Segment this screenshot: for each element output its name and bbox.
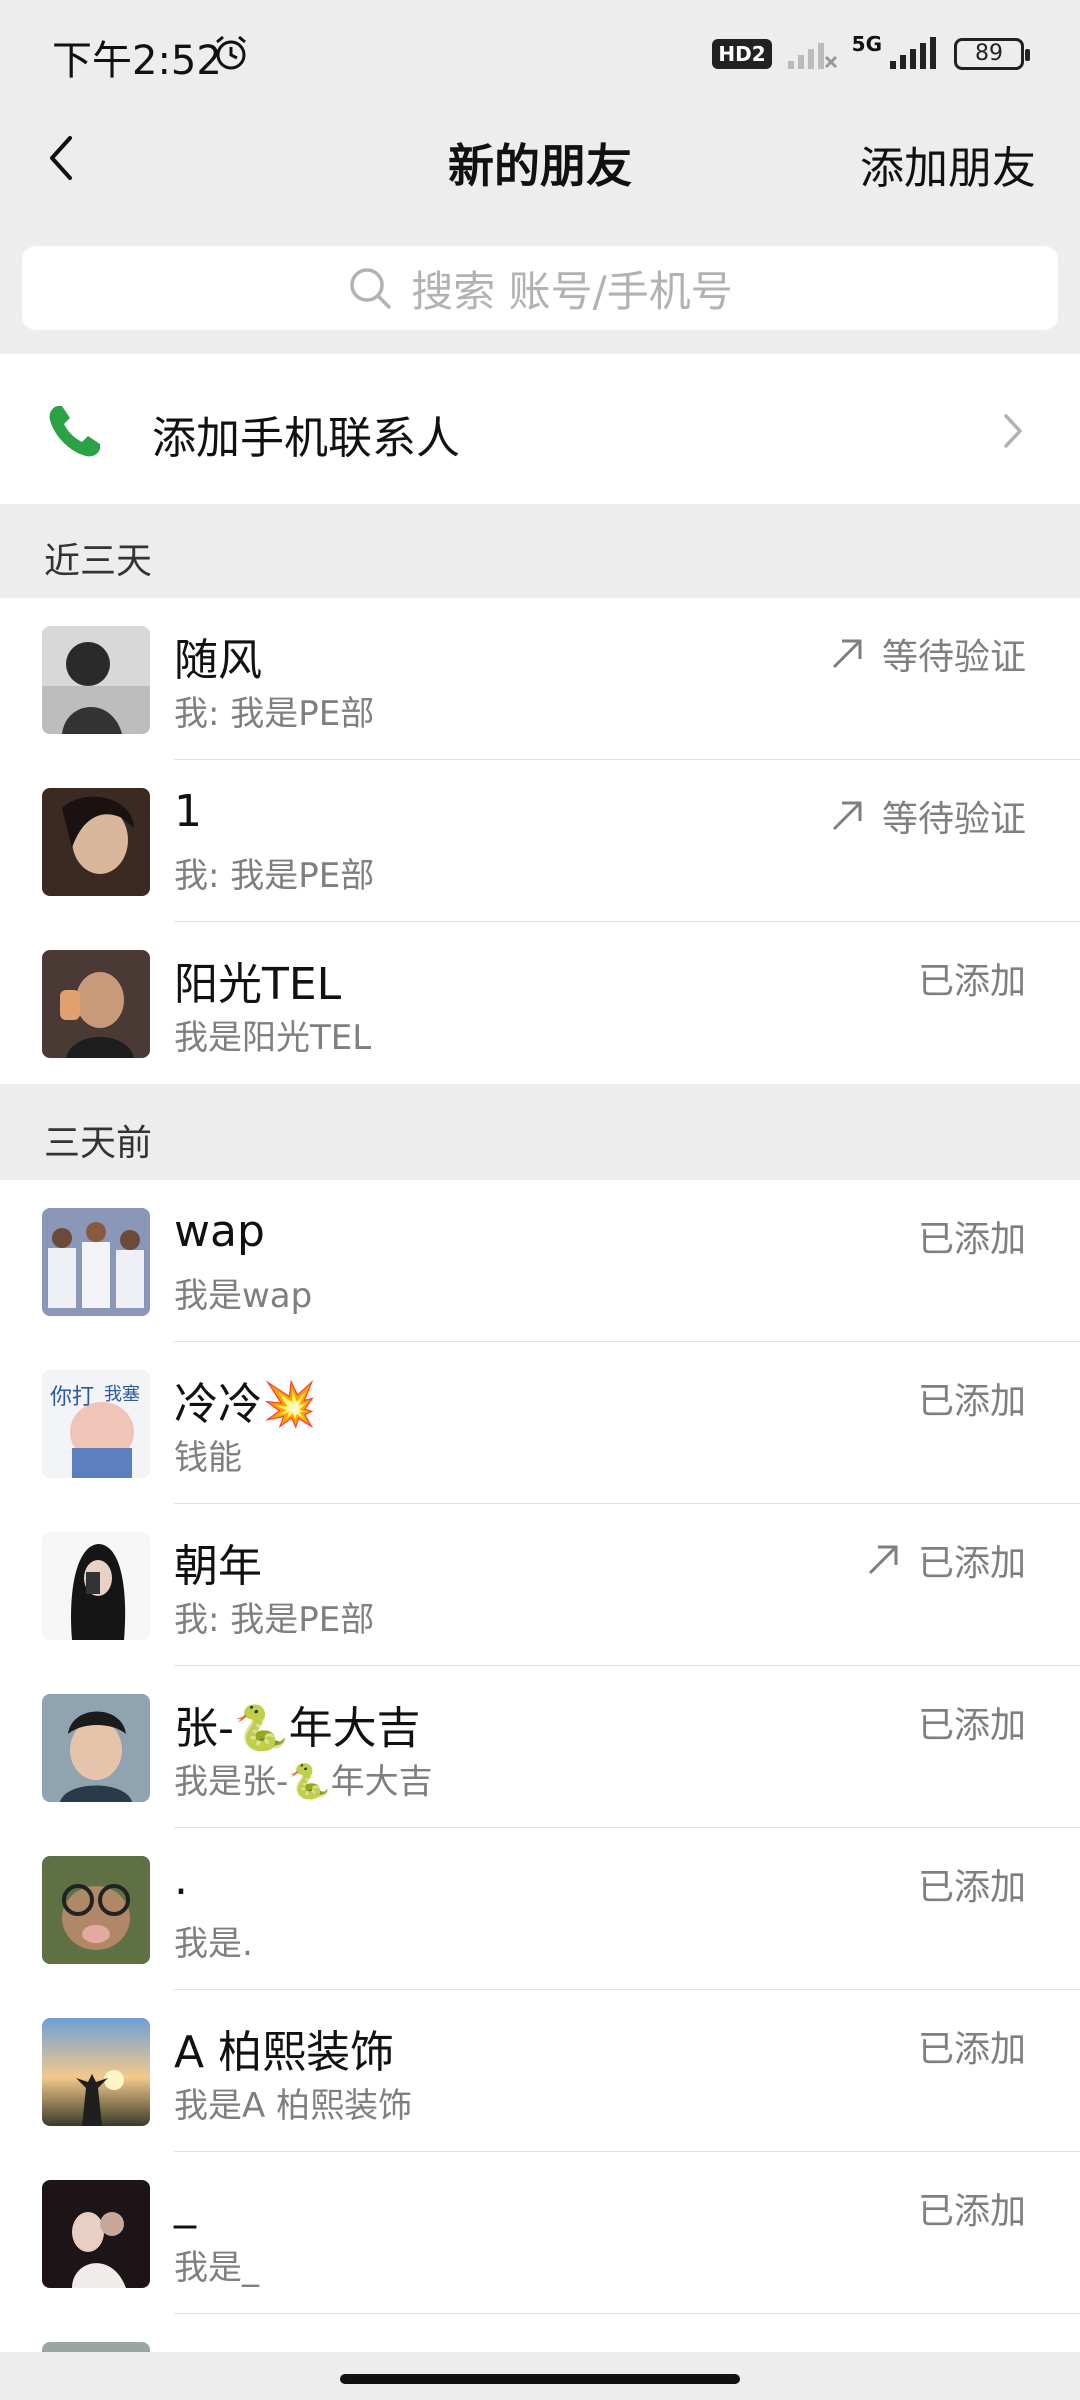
item-message: 我是张-🐍年大吉 xyxy=(174,1762,433,1802)
hd-badge: HD2 xyxy=(712,39,772,69)
signal-weak-icon xyxy=(787,43,837,69)
list-item[interactable]: 张-🐍年大吉 我是张-🐍年大吉 已添加 xyxy=(0,1666,1080,1828)
status: 已添加 xyxy=(918,1372,1026,1424)
avatar xyxy=(42,1532,150,1640)
home-indicator[interactable] xyxy=(340,2374,740,2384)
search-placeholder: 搜索 账号/手机号 xyxy=(411,266,733,316)
item-name: 阳光TEL xyxy=(174,959,342,1010)
status-text: 等待验证 xyxy=(881,637,1026,678)
avatar xyxy=(42,1694,150,1802)
avatar xyxy=(42,1208,150,1316)
item-name: 朝年 xyxy=(174,1541,262,1592)
section-header-recent: 近三天 xyxy=(0,504,1080,598)
item-message: 钱能 xyxy=(174,1438,242,1478)
section-header-older: 三天前 xyxy=(0,1086,1080,1180)
add-friend-button[interactable]: 添加朋友 xyxy=(860,132,1036,196)
item-name: 张-🐍年大吉 xyxy=(174,1703,421,1754)
item-name: 冷冷💥 xyxy=(174,1379,317,1430)
status-text: 已添加 xyxy=(917,1543,1026,1584)
item-message: 我是. xyxy=(174,1924,253,1964)
status-text: 已添加 xyxy=(917,1705,1026,1746)
add-phone-contacts-row[interactable]: 添加手机联系人 xyxy=(0,354,1080,504)
status-text: 已添加 xyxy=(917,1219,1026,1260)
phone-contacts-label: 添加手机联系人 xyxy=(152,413,460,464)
navigation-bar xyxy=(0,2352,1080,2400)
status: 已添加 xyxy=(918,2020,1026,2072)
status-text: 等待验证 xyxy=(881,799,1026,840)
item-message: 我: 我是PE部 xyxy=(174,1600,375,1640)
avatar xyxy=(42,626,150,734)
item-name: _ xyxy=(174,2178,196,2229)
phone-icon xyxy=(49,406,100,457)
status-bar: 下午2:52 HD2 5G 89 xyxy=(0,0,1080,104)
alarm-icon xyxy=(216,35,246,70)
item-name: wap xyxy=(174,1206,265,1257)
list-item[interactable]: _ 我是_ 已添加 xyxy=(0,2152,1080,2314)
outgoing-arrow-icon xyxy=(832,801,862,831)
item-name: 1 xyxy=(174,786,202,837)
status: 等待验证 xyxy=(828,628,1026,680)
status: 已添加 xyxy=(918,1858,1026,1910)
network-type: 5G xyxy=(851,32,882,56)
chevron-right-icon xyxy=(1004,414,1022,448)
list-item[interactable]: 随风 我: 我是PE部 等待验证 xyxy=(0,598,1080,760)
avatar: 你打 我塞 xyxy=(42,1370,150,1478)
search-icon xyxy=(350,268,391,309)
avatar xyxy=(42,2180,150,2288)
status-indicators: HD2 5G 89 xyxy=(712,32,1030,76)
signal-strong-icon xyxy=(890,37,936,69)
recent-list: 随风 我: 我是PE部 等待验证 1 我: 我是PE部 等待验证 阳光TEL 我… xyxy=(0,598,1080,1084)
item-message: 我是wap xyxy=(174,1276,313,1316)
list-item[interactable]: 阳光TEL 我是阳光TEL 已添加 xyxy=(0,922,1080,1084)
list-item[interactable]: 你打 我塞 冷冷💥 钱能 已添加 xyxy=(0,1342,1080,1504)
item-message: 我是A 柏熙装饰 xyxy=(174,2086,413,2126)
avatar xyxy=(42,1856,150,1964)
list-item[interactable]: . 我是. 已添加 xyxy=(0,1828,1080,1990)
older-list: wap 我是wap 已添加 你打 我塞 冷冷💥 钱能 已添加 朝年 我: 我是P… xyxy=(0,1180,1080,2352)
status-time: 下午2:52 xyxy=(52,38,222,84)
item-name: A 柏熙装饰 xyxy=(174,2027,395,2078)
item-name: . xyxy=(174,1854,188,1905)
status-text: 已添加 xyxy=(917,2029,1026,2070)
item-message: 我是阳光TEL xyxy=(174,1018,372,1058)
avatar xyxy=(42,2018,150,2126)
status: 已添加 xyxy=(918,1696,1026,1748)
status: 已添加 xyxy=(918,1210,1026,1262)
section-label: 近三天 xyxy=(44,541,153,582)
list-item[interactable]: A 柏熙装饰 我是A 柏熙装饰 已添加 xyxy=(0,1990,1080,2152)
title-bar: 新的朋友 添加朋友 xyxy=(0,104,1080,214)
list-item[interactable]: 1 我: 我是PE部 等待验证 xyxy=(0,760,1080,922)
item-message: 我: 我是PE部 xyxy=(174,856,375,896)
status-text: 已添加 xyxy=(917,961,1026,1002)
list-item-partial[interactable] xyxy=(0,2314,1080,2352)
avatar xyxy=(42,950,150,1058)
status-text: 已添加 xyxy=(917,1381,1026,1422)
item-message: 我: 我是PE部 xyxy=(174,694,375,734)
battery-indicator: 89 xyxy=(954,38,1030,70)
status: 已添加 xyxy=(918,2182,1026,2234)
outgoing-arrow-icon xyxy=(868,1545,898,1575)
search-input[interactable]: 搜索 账号/手机号 xyxy=(22,246,1058,330)
list-item[interactable]: 朝年 我: 我是PE部 已添加 xyxy=(0,1504,1080,1666)
status-text: 已添加 xyxy=(917,2191,1026,2232)
list-item[interactable]: wap 我是wap 已添加 xyxy=(0,1180,1080,1342)
avatar xyxy=(42,2342,150,2352)
status-text: 已添加 xyxy=(917,1867,1026,1908)
status: 已添加 xyxy=(918,952,1026,1004)
svg-text:我塞: 我塞 xyxy=(104,1384,140,1405)
status: 已添加 xyxy=(864,1534,1026,1586)
section-label: 三天前 xyxy=(44,1123,153,1164)
item-message: 我是_ xyxy=(174,2248,259,2288)
avatar xyxy=(42,788,150,896)
item-name: 随风 xyxy=(174,635,262,686)
svg-text:你打: 你打 xyxy=(50,1385,94,1410)
outgoing-arrow-icon xyxy=(832,639,862,669)
status: 等待验证 xyxy=(828,790,1026,842)
